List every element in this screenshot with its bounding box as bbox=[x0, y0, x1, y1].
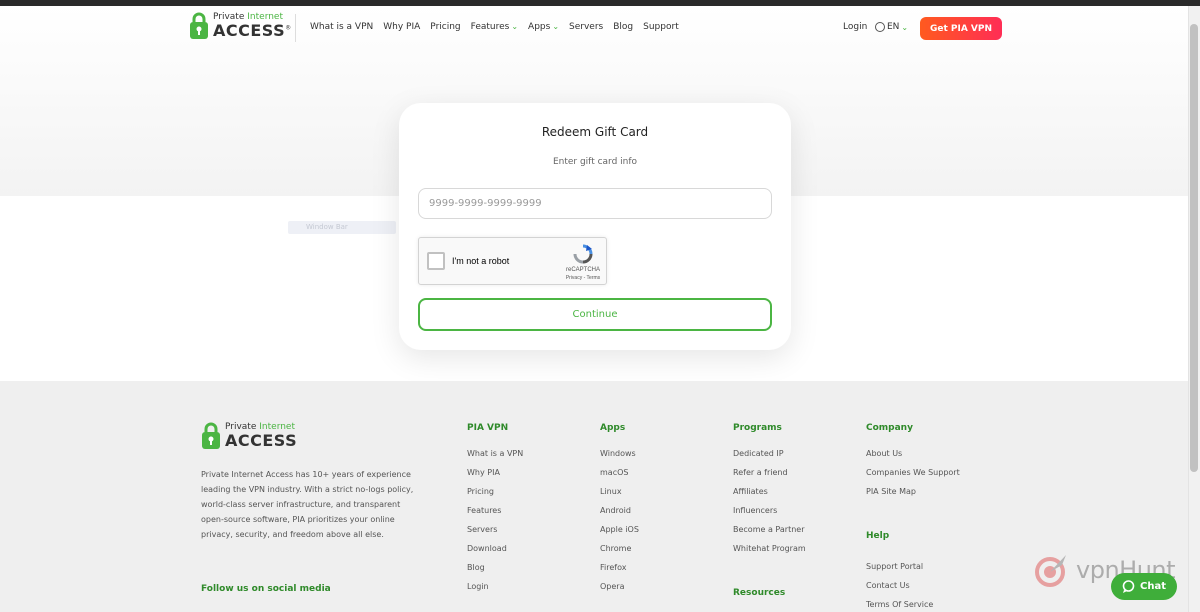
logo-word-access: ACCESS bbox=[213, 21, 286, 40]
language-label: EN bbox=[887, 22, 900, 32]
footer-link[interactable]: Firefox bbox=[600, 563, 639, 582]
gift-card-code-input[interactable] bbox=[418, 188, 772, 219]
footer-col-pia-vpn: PIA VPN What is a VPN Why PIA Pricing Fe… bbox=[467, 423, 523, 601]
nav-apps-label: Apps bbox=[528, 22, 551, 32]
follow-social-heading: Follow us on social media bbox=[201, 584, 331, 594]
footer-link[interactable]: Windows bbox=[600, 449, 639, 468]
nav-features-label: Features bbox=[470, 22, 510, 32]
nav-blog[interactable]: Blog bbox=[613, 22, 633, 32]
footer-heading-help: Help bbox=[866, 531, 890, 541]
nav-servers[interactable]: Servers bbox=[569, 22, 603, 32]
recaptcha-checkbox[interactable] bbox=[427, 252, 445, 270]
footer-col-programs: Programs Dedicated IP Refer a friend Aff… bbox=[733, 423, 806, 563]
get-pia-vpn-button[interactable]: Get PIA VPN bbox=[920, 17, 1002, 40]
footer-link[interactable]: Chrome bbox=[600, 544, 639, 563]
chat-label: Chat bbox=[1140, 581, 1166, 592]
main-nav: What is a VPN Why PIA Pricing Features ⌄ … bbox=[310, 22, 679, 32]
footer-link[interactable]: Servers bbox=[467, 525, 523, 544]
scrollbar[interactable] bbox=[1188, 6, 1200, 612]
chat-bubble-icon bbox=[1122, 580, 1135, 593]
faded-window-bar: Window Bar bbox=[288, 221, 396, 234]
footer-link[interactable]: Linux bbox=[600, 487, 639, 506]
footer-heading: Programs bbox=[733, 423, 782, 433]
footer-link[interactable]: Terms Of Service bbox=[866, 600, 933, 612]
nav-apps[interactable]: Apps ⌄ bbox=[528, 22, 559, 32]
footer-link[interactable]: PIA Site Map bbox=[866, 487, 960, 506]
recaptcha-widget: I'm not a robot reCAPTCHA Privacy - Term… bbox=[418, 237, 607, 285]
footer-link[interactable]: Contact Us bbox=[866, 581, 933, 600]
footer-col-company: Company About Us Companies We Support PI… bbox=[866, 423, 960, 506]
pia-logo[interactable]: Private Internet ACCESS® bbox=[189, 12, 292, 40]
chevron-down-icon: ⌄ bbox=[901, 22, 909, 32]
footer-link[interactable]: Whitehat Program bbox=[733, 544, 806, 563]
footer-heading: PIA VPN bbox=[467, 423, 509, 433]
chat-button[interactable]: Chat bbox=[1111, 573, 1177, 600]
nav-features[interactable]: Features ⌄ bbox=[471, 22, 518, 32]
footer-col-apps: Apps Windows macOS Linux Android Apple i… bbox=[600, 423, 639, 601]
footer: Private Internet ACCESS Private Internet… bbox=[0, 381, 1188, 612]
footer-link[interactable]: Become a Partner bbox=[733, 525, 806, 544]
footer-link[interactable]: About Us bbox=[866, 449, 960, 468]
nav-pricing[interactable]: Pricing bbox=[430, 22, 460, 32]
footer-col-help: Support Portal Contact Us Terms Of Servi… bbox=[866, 562, 933, 612]
registered-mark: ® bbox=[285, 24, 292, 32]
recaptcha-privacy-terms[interactable]: Privacy - Terms bbox=[560, 275, 606, 281]
footer-link[interactable]: Dedicated IP bbox=[733, 449, 806, 468]
nav-support[interactable]: Support bbox=[643, 22, 679, 32]
recaptcha-icon bbox=[573, 244, 593, 264]
padlock-logo-icon bbox=[190, 12, 208, 39]
recaptcha-brand: reCAPTCHA bbox=[565, 267, 600, 273]
header-divider bbox=[295, 14, 296, 42]
footer-link[interactable]: Download bbox=[467, 544, 523, 563]
continue-button[interactable]: Continue bbox=[418, 298, 772, 331]
globe-icon bbox=[875, 22, 885, 32]
footer-link[interactable]: Influencers bbox=[733, 506, 806, 525]
footer-link[interactable]: Apple iOS bbox=[600, 525, 639, 544]
chevron-down-icon: ⌄ bbox=[552, 22, 560, 31]
logo-word-access: ACCESS bbox=[225, 431, 298, 450]
footer-link[interactable]: Login bbox=[467, 582, 523, 601]
footer-link[interactable]: Opera bbox=[600, 582, 639, 601]
redeem-gift-card-panel: Redeem Gift Card Enter gift card info I'… bbox=[399, 103, 791, 350]
footer-logo[interactable]: Private Internet ACCESS bbox=[201, 422, 297, 450]
chevron-down-icon: ⌄ bbox=[511, 22, 519, 31]
footer-link[interactable]: Affiliates bbox=[733, 487, 806, 506]
footer-link[interactable]: Blog bbox=[467, 563, 523, 582]
footer-link[interactable]: Refer a friend bbox=[733, 468, 806, 487]
card-title: Redeem Gift Card bbox=[541, 125, 649, 139]
card-subtitle: Enter gift card info bbox=[552, 157, 638, 167]
footer-link[interactable]: Support Portal bbox=[866, 562, 933, 581]
vpnhunt-logo-icon bbox=[1035, 555, 1066, 587]
footer-heading: Apps bbox=[600, 423, 626, 433]
nav-what-is-vpn[interactable]: What is a VPN bbox=[310, 22, 373, 32]
footer-link[interactable]: What is a VPN bbox=[467, 449, 523, 468]
footer-heading-resources: Resources bbox=[733, 588, 786, 598]
footer-description: Private Internet Access has 10+ years of… bbox=[201, 470, 414, 539]
footer-link[interactable]: Features bbox=[467, 506, 523, 525]
recaptcha-label: I'm not a robot bbox=[452, 256, 510, 266]
scrollbar-thumb[interactable] bbox=[1190, 24, 1198, 472]
footer-link[interactable]: Android bbox=[600, 506, 639, 525]
footer-link[interactable]: Why PIA bbox=[467, 468, 523, 487]
footer-link[interactable]: Pricing bbox=[467, 487, 523, 506]
padlock-logo-icon bbox=[202, 422, 220, 449]
language-selector[interactable]: EN ⌄ bbox=[875, 22, 908, 32]
footer-heading: Company bbox=[866, 423, 913, 433]
login-link[interactable]: Login bbox=[843, 22, 867, 32]
nav-why-pia[interactable]: Why PIA bbox=[383, 22, 420, 32]
footer-link[interactable]: Companies We Support bbox=[866, 468, 960, 487]
footer-link[interactable]: macOS bbox=[600, 468, 639, 487]
